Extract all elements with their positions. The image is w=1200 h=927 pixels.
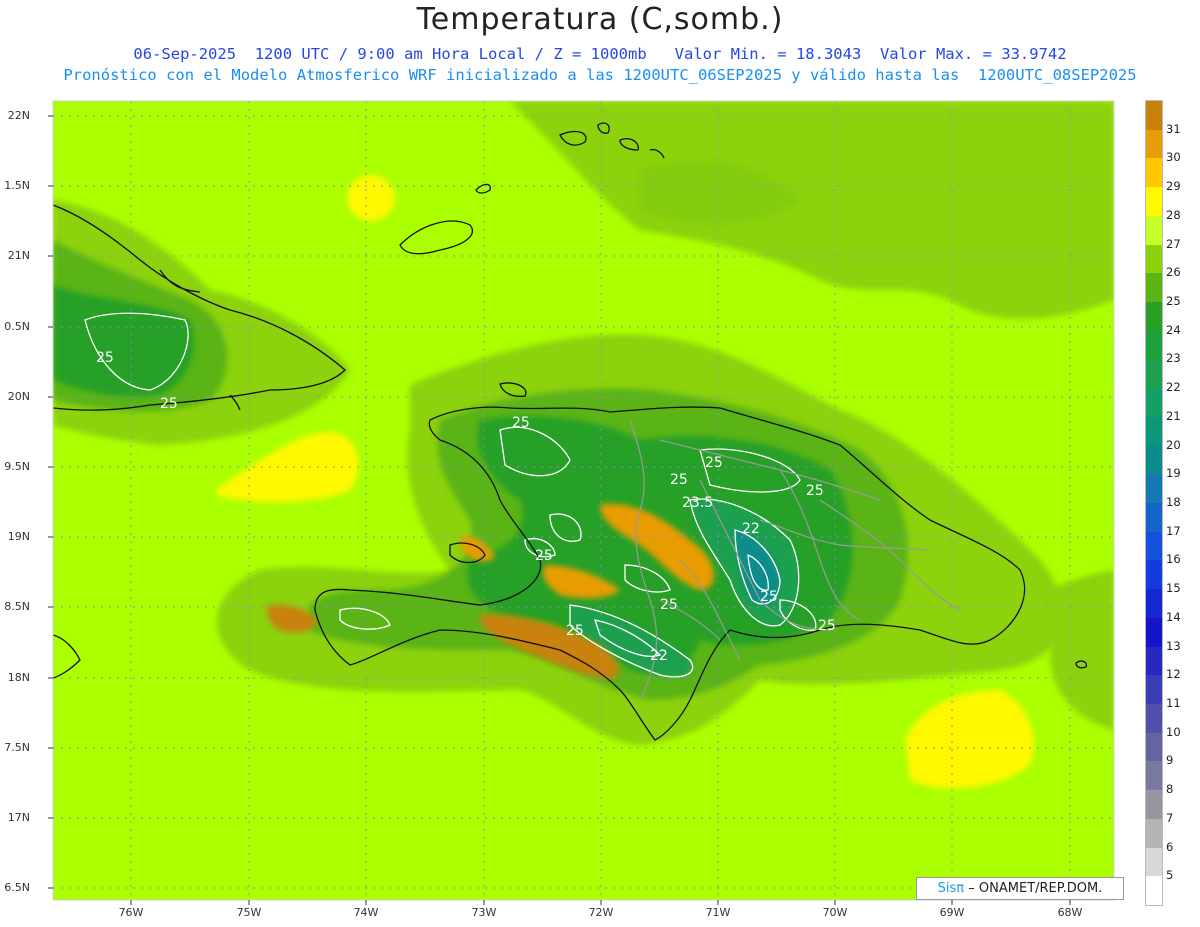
colorbar-label: 27 <box>1166 236 1181 251</box>
lon-label: 73W <box>471 906 497 919</box>
temperature-field: 25 25 25 25 25 25 25 23.5 22 25 25 25 22… <box>53 101 1114 900</box>
colorbar-label: 31 <box>1166 121 1181 136</box>
contour-label: 25 <box>760 589 778 605</box>
contour-label: 25 <box>806 483 824 499</box>
lat-label: 17N <box>7 811 30 824</box>
colorbar-label: 16 <box>1166 552 1181 567</box>
colorbar-label: 19 <box>1166 466 1181 481</box>
colorbar-step <box>1146 847 1162 877</box>
colorbar-label: 28 <box>1166 207 1181 222</box>
colorbar-step <box>1146 215 1162 246</box>
colorbar-step <box>1146 675 1162 705</box>
lon-label: 70W <box>822 906 848 919</box>
lat-label: 1.5N <box>4 179 30 192</box>
colorbar-step <box>1146 330 1162 360</box>
colorbar-label: 25 <box>1166 294 1181 308</box>
colorbar-step <box>1146 876 1162 906</box>
credit-org: – ONAMET/REP.DOM. <box>968 881 1103 896</box>
lon-label: 69W <box>939 906 965 919</box>
colorbar-step <box>1146 790 1162 820</box>
colorbar-label: 9 <box>1166 753 1174 768</box>
lon-label: 76W <box>118 906 144 919</box>
colorbar-step <box>1146 416 1162 447</box>
colorbar-step <box>1146 445 1162 475</box>
lat-label: 8.5N <box>4 600 30 613</box>
colorbar-step <box>1146 244 1162 274</box>
colorbar-step <box>1146 101 1162 131</box>
lon-label: 68W <box>1057 906 1083 919</box>
credit-brand: Sisπ <box>937 881 965 896</box>
colorbar-step <box>1146 732 1162 762</box>
colorbar-step <box>1146 818 1162 849</box>
colorbar-label: 8 <box>1166 782 1174 797</box>
lon-label: 75W <box>236 906 262 919</box>
colorbar-step <box>1146 388 1162 418</box>
colorbar-label: 21 <box>1166 408 1181 423</box>
colorbar <box>1145 100 1163 906</box>
lat-label: 19N <box>7 530 30 543</box>
contour-label: 25 <box>160 396 178 412</box>
lat-label: 9.5N <box>4 460 30 473</box>
colorbar-step <box>1146 187 1162 217</box>
temperature-map: 25 25 25 25 25 25 25 23.5 22 25 25 25 22… <box>48 100 1115 905</box>
lon-label: 74W <box>353 906 379 919</box>
colorbar-step <box>1146 503 1162 533</box>
colorbar-step <box>1146 531 1162 561</box>
lat-label: 0.5N <box>4 320 30 333</box>
colorbar-label: 24 <box>1166 322 1181 337</box>
lon-label: 72W <box>588 906 614 919</box>
contour-label: 25 <box>535 548 553 564</box>
colorbar-label: 30 <box>1166 150 1181 165</box>
contour-label: 22 <box>742 521 760 537</box>
colorbar-label: 12 <box>1166 667 1181 682</box>
colorbar-step <box>1146 646 1162 676</box>
colorbar-label: 6 <box>1166 839 1174 854</box>
field-yellow-patch-1 <box>347 175 395 221</box>
lat-label: 21N <box>7 249 30 262</box>
lat-label: 6.5N <box>4 881 30 894</box>
colorbar-label: 20 <box>1166 437 1181 452</box>
colorbar-label: 17 <box>1166 523 1181 538</box>
contour-label: 25 <box>660 597 678 613</box>
contour-label: 25 <box>96 350 114 366</box>
lat-label: 18N <box>7 671 30 684</box>
colorbar-label: 29 <box>1166 179 1181 194</box>
colorbar-label: 7 <box>1166 810 1174 825</box>
contour-label: 25 <box>670 472 688 488</box>
colorbar-label: 26 <box>1166 265 1181 280</box>
colorbar-step <box>1146 359 1162 389</box>
lat-label: 20N <box>7 390 30 403</box>
colorbar-label: 14 <box>1166 609 1181 624</box>
colorbar-step <box>1146 129 1162 159</box>
contour-label: 25 <box>512 415 530 431</box>
colorbar-step <box>1146 617 1162 648</box>
colorbar-step <box>1146 302 1162 332</box>
credit-box: Sisπ – ONAMET/REP.DOM. <box>916 877 1124 900</box>
contour-label: 23.5 <box>682 495 713 511</box>
lat-label: 7.5N <box>4 741 30 754</box>
contour-label: 22 <box>650 648 668 664</box>
lon-label: 71W <box>705 906 731 919</box>
colorbar-step <box>1146 704 1162 734</box>
contour-label: 25 <box>566 623 584 639</box>
lat-label: 22N <box>7 109 30 122</box>
colorbar-label: 10 <box>1166 724 1181 739</box>
colorbar-label: 22 <box>1166 380 1181 395</box>
colorbar-step <box>1146 761 1162 791</box>
colorbar-label: 18 <box>1166 495 1181 509</box>
contour-label: 25 <box>705 455 723 471</box>
colorbar-step <box>1146 273 1162 303</box>
colorbar-label: 23 <box>1166 351 1181 366</box>
colorbar-label: 15 <box>1166 581 1181 596</box>
colorbar-step <box>1146 474 1162 504</box>
colorbar-label: 5 <box>1166 868 1174 883</box>
colorbar-step <box>1146 589 1162 619</box>
colorbar-step <box>1146 560 1162 590</box>
colorbar-label: 11 <box>1166 696 1181 710</box>
colorbar-step <box>1146 158 1162 188</box>
contour-label: 25 <box>818 618 836 634</box>
colorbar-label: 13 <box>1166 638 1181 653</box>
